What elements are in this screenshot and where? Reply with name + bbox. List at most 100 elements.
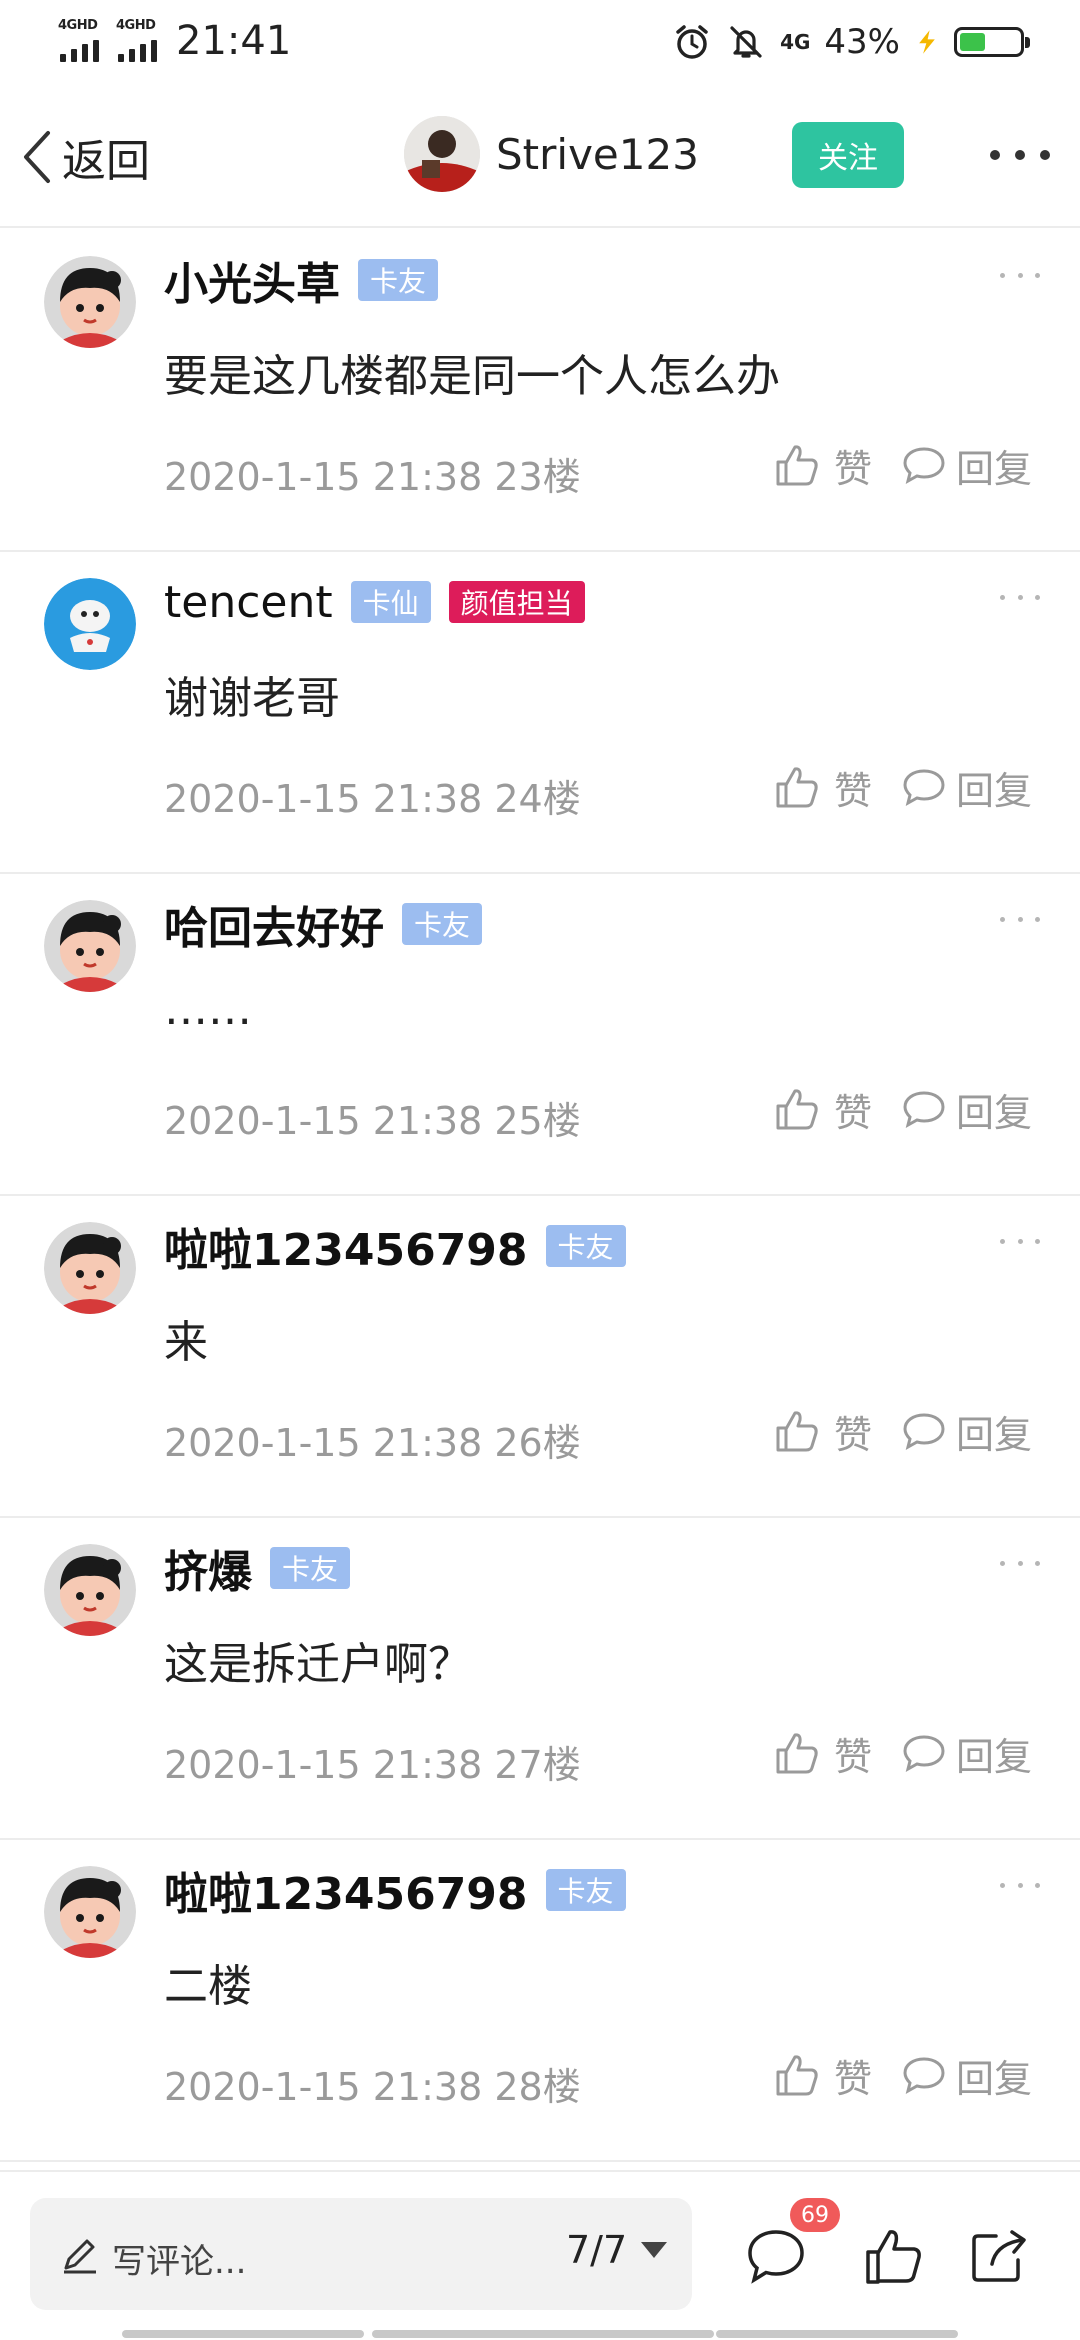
commenter-name[interactable]: 啦啦123456798 bbox=[164, 1858, 528, 1922]
comment-more-icon[interactable] bbox=[1000, 270, 1040, 280]
like-label: 赞 bbox=[834, 1090, 873, 1135]
battery-icon bbox=[954, 27, 1030, 57]
comment-header: tencent 卡仙 颜值担当 bbox=[164, 570, 585, 634]
comment-bubble-icon bbox=[903, 769, 945, 806]
avatar[interactable] bbox=[44, 900, 136, 992]
honor-badge: 颜值担当 bbox=[448, 581, 585, 623]
like-button[interactable]: 赞 bbox=[774, 438, 872, 492]
comment-more-icon[interactable] bbox=[1000, 592, 1040, 602]
commenter-name[interactable]: tencent bbox=[164, 577, 333, 628]
comment-header: 哈回去好好 卡友 bbox=[164, 892, 483, 956]
like-button[interactable]: 赞 bbox=[774, 1082, 872, 1136]
like-label: 赞 bbox=[834, 1412, 873, 1457]
comment-text: 要是这几楼都是同一个人怎么办 bbox=[164, 351, 780, 402]
commenter-name[interactable]: 啦啦123456798 bbox=[164, 1214, 528, 1278]
user-badge: 卡友 bbox=[358, 259, 439, 301]
like-button[interactable]: 赞 bbox=[774, 760, 872, 814]
follow-button[interactable]: 关注 bbox=[792, 122, 904, 188]
commenter-name[interactable]: 挤爆 bbox=[164, 1536, 252, 1600]
pencil-icon bbox=[64, 2239, 96, 2274]
thumbs-up-icon[interactable] bbox=[862, 2226, 926, 2286]
reply-button[interactable]: 回复 bbox=[902, 1726, 1032, 1780]
comment-floor: 24楼 bbox=[494, 777, 581, 821]
thumbs-up-icon bbox=[776, 1411, 818, 1452]
post-header: 返回 Strive123 关注 bbox=[0, 100, 1080, 228]
commenter-name[interactable]: 小光头草 bbox=[164, 248, 340, 312]
user-badge: 卡友 bbox=[270, 1547, 351, 1589]
reply-button[interactable]: 回复 bbox=[902, 438, 1032, 492]
comment-floor: 27楼 bbox=[494, 1743, 581, 1787]
bottom-action-bar: 写评论... 7/7 69 bbox=[0, 2170, 1080, 2340]
comment-more-icon[interactable] bbox=[1000, 1880, 1040, 1890]
battery-fill bbox=[960, 33, 985, 51]
comment-header: 小光头草 卡友 bbox=[164, 248, 439, 312]
comment-meta: 2020-1-15 21:38 23楼 bbox=[164, 446, 581, 501]
like-button[interactable]: 赞 bbox=[774, 2048, 872, 2102]
caret-down-icon bbox=[641, 2242, 668, 2258]
like-label: 赞 bbox=[834, 2056, 873, 2101]
back-label: 返回 bbox=[62, 136, 150, 187]
avatar[interactable] bbox=[44, 1866, 136, 1958]
avatar[interactable] bbox=[44, 578, 136, 670]
reply-label: 回复 bbox=[956, 768, 1033, 813]
comment-date: 2020-1-15 21:38 bbox=[164, 1421, 483, 1465]
like-label: 赞 bbox=[834, 1734, 873, 1779]
network-type-label: 4G bbox=[780, 30, 811, 54]
avatar[interactable] bbox=[44, 256, 136, 348]
nav-indicator bbox=[372, 2330, 714, 2338]
reply-button[interactable]: 回复 bbox=[902, 760, 1032, 814]
page-selector[interactable]: 7/7 bbox=[566, 2228, 668, 2272]
comment-floor: 23楼 bbox=[494, 455, 581, 499]
like-button[interactable]: 赞 bbox=[774, 1404, 872, 1458]
comment-more-icon[interactable] bbox=[1000, 1558, 1040, 1568]
reply-button[interactable]: 回复 bbox=[902, 1404, 1032, 1458]
comment-more-icon[interactable] bbox=[1000, 1236, 1040, 1246]
comment-input[interactable]: 写评论... 7/7 bbox=[30, 2198, 692, 2310]
comment-bubble-icon bbox=[903, 1735, 945, 1772]
signal-sim1-icon: 4GHD bbox=[58, 18, 110, 62]
reply-button[interactable]: 回复 bbox=[902, 1082, 1032, 1136]
reply-button[interactable]: 回复 bbox=[902, 2048, 1032, 2102]
comment-text: 来 bbox=[164, 1317, 208, 1368]
author-avatar[interactable] bbox=[404, 116, 480, 192]
comment-date: 2020-1-15 21:38 bbox=[164, 2065, 483, 2109]
comment-input-placeholder: 写评论... bbox=[112, 2242, 247, 2282]
comment-item: 哈回去好好 卡友 …… 2020-1-15 21:38 25楼 赞 回复 bbox=[0, 874, 1080, 1196]
avatar[interactable] bbox=[44, 1544, 136, 1636]
share-icon[interactable] bbox=[968, 2226, 1032, 2286]
comment-bubble-icon bbox=[903, 2057, 945, 2094]
back-button[interactable]: 返回 bbox=[20, 122, 150, 192]
avatar[interactable] bbox=[44, 1222, 136, 1314]
comment-more-icon[interactable] bbox=[1000, 914, 1040, 924]
comment-bubble-icon bbox=[903, 1091, 945, 1128]
like-label: 赞 bbox=[834, 446, 873, 491]
thumbs-up-icon bbox=[776, 2055, 818, 2096]
status-bar: 4GHD 4GHD 21:41 4G 43% bbox=[0, 0, 1080, 84]
signal-sim2-icon: 4GHD bbox=[116, 18, 168, 62]
commenter-name[interactable]: 哈回去好好 bbox=[164, 892, 384, 956]
like-button[interactable]: 赞 bbox=[774, 1726, 872, 1780]
user-badge: 卡友 bbox=[402, 903, 483, 945]
comment-meta: 2020-1-15 21:38 26楼 bbox=[164, 1412, 581, 1467]
comment-text: 这是拆迁户啊？ bbox=[164, 1639, 472, 1690]
user-badge: 卡友 bbox=[545, 1225, 626, 1267]
comments-icon[interactable] bbox=[744, 2226, 808, 2286]
chevron-left-icon bbox=[24, 131, 50, 183]
status-time: 21:41 bbox=[176, 18, 292, 64]
comment-bubble-icon bbox=[903, 447, 945, 484]
comment-header: 啦啦123456798 卡友 bbox=[164, 1214, 626, 1278]
comment-meta: 2020-1-15 21:38 24楼 bbox=[164, 768, 581, 823]
comment-floor: 28楼 bbox=[494, 2065, 581, 2109]
comment-text: …… bbox=[164, 984, 252, 1035]
comment-item: 啦啦123456798 卡友 来 2020-1-15 21:38 26楼 赞 回… bbox=[0, 1196, 1080, 1518]
comment-text: 二楼 bbox=[164, 1961, 252, 2012]
comment-floor: 26楼 bbox=[494, 1421, 581, 1465]
more-options-icon[interactable] bbox=[990, 130, 1050, 180]
thumbs-up-icon bbox=[776, 1733, 818, 1774]
user-badge: 卡友 bbox=[545, 1869, 626, 1911]
comment-text: 谢谢老哥 bbox=[164, 673, 340, 724]
author-info[interactable]: Strive123 bbox=[404, 116, 699, 192]
thumbs-up-icon bbox=[776, 767, 818, 808]
reply-label: 回复 bbox=[956, 2056, 1033, 2101]
reply-label: 回复 bbox=[956, 1412, 1033, 1457]
